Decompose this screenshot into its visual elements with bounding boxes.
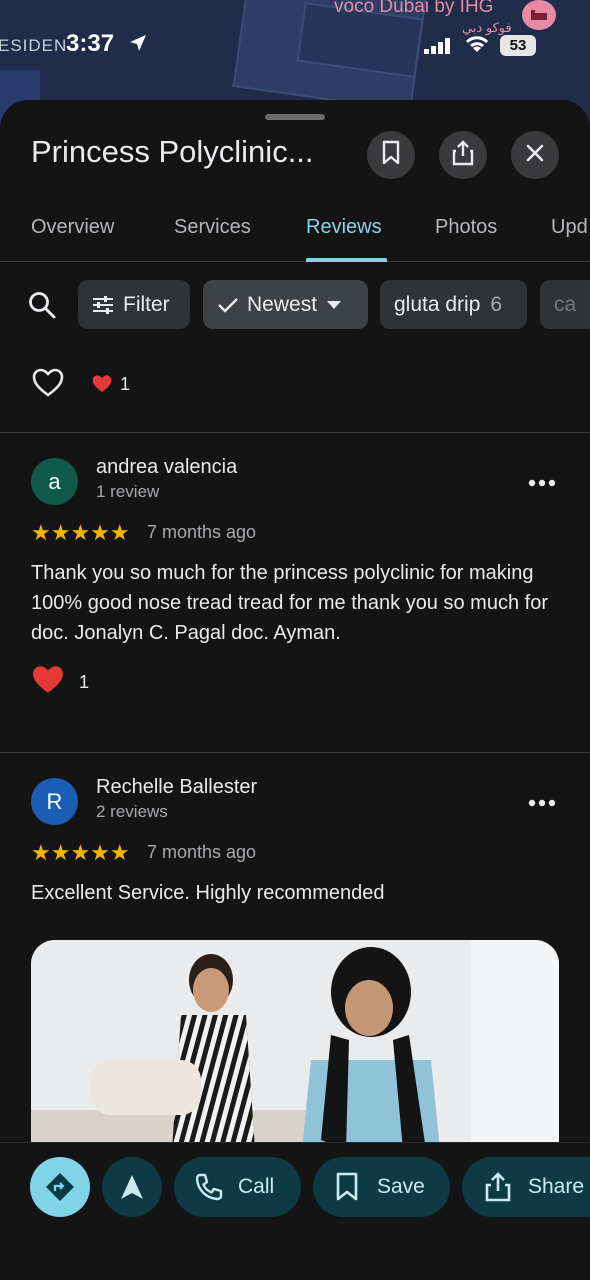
directions-icon — [44, 1171, 76, 1203]
sort-chip-label: Newest — [247, 292, 318, 316]
start-navigation-button[interactable] — [102, 1157, 162, 1217]
avatar-letter: a — [48, 468, 61, 494]
heart-outline-icon[interactable] — [32, 368, 64, 403]
filter-chip[interactable]: Filter — [78, 280, 190, 329]
review-item: R Rechelle Ballester 2 reviews ★★★★★ 7 m… — [0, 776, 590, 938]
map-hotel-label[interactable]: voco Dubai by IHG — [334, 0, 493, 18]
save-button-label: Save — [377, 1175, 425, 1198]
avatar[interactable]: a — [31, 458, 78, 505]
heart-filled-icon — [31, 664, 65, 701]
more-options-icon[interactable] — [528, 474, 556, 487]
tab-updates[interactable]: Upd — [551, 216, 588, 239]
filter-chip-label: Filter — [123, 292, 170, 316]
close-icon — [525, 143, 545, 168]
tab-reviews[interactable]: Reviews — [306, 216, 382, 239]
place-tabs: Overview Services Reviews Photos Upd — [0, 200, 590, 262]
divider — [0, 432, 590, 433]
call-button[interactable]: Call — [174, 1157, 301, 1217]
sort-newest-chip[interactable]: Newest — [203, 280, 368, 329]
status-bar: 3:37 53 — [0, 28, 590, 62]
reviewer-name[interactable]: andrea valencia — [96, 456, 237, 479]
topic-chip-next-label: ca — [554, 292, 577, 316]
review-item: a andrea valencia 1 review ★★★★★ 7 month… — [0, 456, 590, 748]
cellular-signal-icon — [424, 38, 452, 59]
share-place-button[interactable] — [439, 131, 487, 179]
avatar[interactable]: R — [31, 778, 78, 825]
check-icon — [217, 296, 239, 314]
close-button[interactable] — [511, 131, 559, 179]
tab-services[interactable]: Services — [174, 216, 251, 239]
reviewer-review-count: 1 review — [96, 482, 160, 501]
share-icon — [451, 139, 475, 172]
review-filter-chips: Filter Newest gluta drip 6 ca — [0, 280, 590, 330]
like-count: 1 — [79, 672, 90, 692]
bookmark-icon — [335, 1172, 359, 1202]
star-rating: ★★★★★ — [31, 840, 130, 865]
more-options-icon[interactable] — [528, 794, 556, 807]
search-reviews-icon[interactable] — [27, 290, 57, 325]
heart-filled-icon — [91, 374, 113, 399]
share-icon — [484, 1171, 512, 1203]
share-button-label: Share — [528, 1175, 585, 1198]
reviewer-name[interactable]: Rechelle Ballester — [96, 776, 257, 799]
place-title: Princess Polyclinic... — [31, 134, 314, 169]
avatar-letter: R — [46, 788, 63, 814]
wifi-icon — [464, 34, 490, 59]
divider — [0, 752, 590, 753]
topic-chip-next[interactable]: ca — [540, 280, 590, 329]
save-button[interactable]: Save — [313, 1157, 450, 1217]
topic-chip-label: gluta drip — [394, 292, 481, 316]
phone-icon — [194, 1172, 224, 1202]
topic-chip-gluta-drip[interactable]: gluta drip 6 — [380, 280, 527, 329]
summary-reactions: 1 — [32, 368, 232, 402]
bookmark-icon — [380, 140, 402, 171]
share-button[interactable]: Share — [462, 1157, 590, 1217]
star-rating: ★★★★★ — [31, 520, 130, 545]
bookmark-button[interactable] — [367, 131, 415, 179]
like-button[interactable]: 1 — [31, 664, 89, 701]
active-tab-indicator — [306, 258, 387, 262]
review-time: 7 months ago — [147, 842, 257, 862]
sheet-drag-handle[interactable] — [265, 114, 325, 120]
location-arrow-icon — [128, 33, 148, 58]
tune-icon — [92, 295, 114, 315]
status-time: 3:37 — [66, 30, 115, 57]
tab-overview[interactable]: Overview — [31, 216, 114, 239]
review-text: Excellent Service. Highly recommended — [31, 882, 385, 904]
bottom-action-bar: Call Save Share — [0, 1142, 590, 1280]
call-button-label: Call — [238, 1175, 275, 1198]
topic-chip-count: 6 — [490, 292, 503, 316]
tab-photos[interactable]: Photos — [435, 216, 497, 239]
battery-indicator: 53 — [500, 35, 536, 56]
navigation-arrow-icon — [119, 1173, 145, 1201]
summary-heart-count: 1 — [120, 374, 131, 394]
reviewer-review-count: 2 reviews — [96, 802, 168, 821]
review-time: 7 months ago — [147, 522, 257, 542]
place-sheet: Princess Polyclinic... Overview Services… — [0, 100, 590, 1280]
directions-button[interactable] — [30, 1157, 90, 1217]
hotel-pin-icon[interactable] — [522, 0, 556, 30]
dropdown-arrow-icon — [327, 300, 342, 309]
review-text: Thank you so much for the princess polyc… — [31, 562, 548, 644]
